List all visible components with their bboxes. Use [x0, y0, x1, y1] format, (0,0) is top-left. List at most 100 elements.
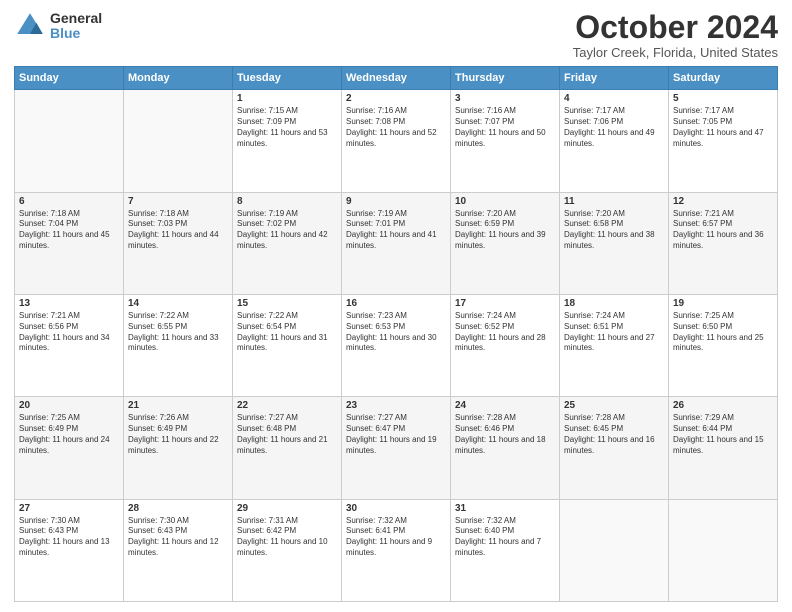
cell-details: Sunrise: 7:30 AM Sunset: 6:43 PM Dayligh…	[19, 516, 119, 559]
week-row-1: 6Sunrise: 7:18 AM Sunset: 7:04 PM Daylig…	[15, 192, 778, 294]
cell-details: Sunrise: 7:26 AM Sunset: 6:49 PM Dayligh…	[128, 413, 228, 456]
logo-general: General	[50, 11, 102, 26]
day-number: 5	[673, 93, 773, 104]
col-friday: Friday	[560, 67, 669, 90]
cell-details: Sunrise: 7:27 AM Sunset: 6:48 PM Dayligh…	[237, 413, 337, 456]
calendar-cell-w1-d4: 10 Sunrise: 7:20 AM Sunset: 6:59 PM Dayli…	[451, 192, 560, 294]
cell-details: Sunrise: 7:29 AM Sunset: 6:44 PM Dayligh…	[673, 413, 773, 456]
col-saturday: Saturday	[669, 67, 778, 90]
calendar-cell-w2-d5: 18 Sunrise: 7:24 AM Sunset: 6:51 PM Dayli…	[560, 294, 669, 396]
cell-details: Sunrise: 7:16 AM Sunset: 7:08 PM Dayligh…	[346, 106, 446, 149]
week-row-0: 1 Sunrise: 7:15 AM Sunset: 7:09 PM Daylig…	[15, 90, 778, 192]
cell-details: Sunrise: 7:32 AM Sunset: 6:41 PM Dayligh…	[346, 516, 446, 559]
week-row-2: 13 Sunrise: 7:21 AM Sunset: 6:56 PM Dayli…	[15, 294, 778, 396]
calendar-cell-w4-d5	[560, 499, 669, 601]
day-number: 23	[346, 400, 446, 411]
day-number: 11	[564, 196, 664, 207]
col-monday: Monday	[124, 67, 233, 90]
cell-details: Sunrise: 7:24 AM Sunset: 6:52 PM Dayligh…	[455, 311, 555, 354]
col-sunday: Sunday	[15, 67, 124, 90]
calendar-cell-w1-d6: 12Sunrise: 7:21 AM Sunset: 6:57 PM Dayli…	[669, 192, 778, 294]
day-number: 17	[455, 298, 555, 309]
cell-details: Sunrise: 7:15 AM Sunset: 7:09 PM Dayligh…	[237, 106, 337, 149]
logo-blue: Blue	[50, 26, 102, 41]
calendar-cell-w2-d3: 16Sunrise: 7:23 AM Sunset: 6:53 PM Dayli…	[342, 294, 451, 396]
day-number: 10	[455, 196, 555, 207]
day-number: 9	[346, 196, 446, 207]
cell-details: Sunrise: 7:17 AM Sunset: 7:05 PM Dayligh…	[673, 106, 773, 149]
calendar-cell-w0-d4: 3 Sunrise: 7:16 AM Sunset: 7:07 PM Daylig…	[451, 90, 560, 192]
day-number: 28	[128, 503, 228, 514]
calendar-cell-w0-d5: 4Sunrise: 7:17 AM Sunset: 7:06 PM Daylig…	[560, 90, 669, 192]
cell-details: Sunrise: 7:20 AM Sunset: 6:59 PM Dayligh…	[455, 209, 555, 252]
day-number: 3	[455, 93, 555, 104]
calendar-cell-w3-d5: 25 Sunrise: 7:28 AM Sunset: 6:45 PM Dayli…	[560, 397, 669, 499]
logo-icon	[14, 10, 46, 42]
cell-details: Sunrise: 7:28 AM Sunset: 6:45 PM Dayligh…	[564, 413, 664, 456]
day-number: 6	[19, 196, 119, 207]
calendar-cell-w2-d6: 19Sunrise: 7:25 AM Sunset: 6:50 PM Dayli…	[669, 294, 778, 396]
cell-details: Sunrise: 7:17 AM Sunset: 7:06 PM Dayligh…	[564, 106, 664, 149]
cell-details: Sunrise: 7:25 AM Sunset: 6:49 PM Dayligh…	[19, 413, 119, 456]
title-month: October 2024	[573, 10, 778, 45]
calendar-cell-w2-d1: 14Sunrise: 7:22 AM Sunset: 6:55 PM Dayli…	[124, 294, 233, 396]
day-number: 24	[455, 400, 555, 411]
cell-details: Sunrise: 7:27 AM Sunset: 6:47 PM Dayligh…	[346, 413, 446, 456]
calendar-cell-w4-d0: 27 Sunrise: 7:30 AM Sunset: 6:43 PM Dayli…	[15, 499, 124, 601]
calendar-table: Sunday Monday Tuesday Wednesday Thursday…	[14, 66, 778, 602]
cell-details: Sunrise: 7:24 AM Sunset: 6:51 PM Dayligh…	[564, 311, 664, 354]
day-number: 26	[673, 400, 773, 411]
calendar-cell-w4-d4: 31 Sunrise: 7:32 AM Sunset: 6:40 PM Dayli…	[451, 499, 560, 601]
page: General Blue October 2024 Taylor Creek, …	[0, 0, 792, 612]
day-number: 25	[564, 400, 664, 411]
calendar-cell-w4-d6	[669, 499, 778, 601]
calendar-cell-w3-d6: 26 Sunrise: 7:29 AM Sunset: 6:44 PM Dayli…	[669, 397, 778, 499]
cell-details: Sunrise: 7:16 AM Sunset: 7:07 PM Dayligh…	[455, 106, 555, 149]
week-row-3: 20 Sunrise: 7:25 AM Sunset: 6:49 PM Dayli…	[15, 397, 778, 499]
calendar-cell-w3-d3: 23 Sunrise: 7:27 AM Sunset: 6:47 PM Dayli…	[342, 397, 451, 499]
cell-details: Sunrise: 7:19 AM Sunset: 7:02 PM Dayligh…	[237, 209, 337, 252]
calendar-cell-w2-d0: 13 Sunrise: 7:21 AM Sunset: 6:56 PM Dayli…	[15, 294, 124, 396]
col-wednesday: Wednesday	[342, 67, 451, 90]
day-number: 27	[19, 503, 119, 514]
calendar-cell-w1-d0: 6Sunrise: 7:18 AM Sunset: 7:04 PM Daylig…	[15, 192, 124, 294]
day-number: 8	[237, 196, 337, 207]
day-number: 7	[128, 196, 228, 207]
cell-details: Sunrise: 7:18 AM Sunset: 7:03 PM Dayligh…	[128, 209, 228, 252]
day-number: 29	[237, 503, 337, 514]
calendar-cell-w2-d2: 15Sunrise: 7:22 AM Sunset: 6:54 PM Dayli…	[233, 294, 342, 396]
cell-details: Sunrise: 7:30 AM Sunset: 6:43 PM Dayligh…	[128, 516, 228, 559]
cell-details: Sunrise: 7:28 AM Sunset: 6:46 PM Dayligh…	[455, 413, 555, 456]
calendar-cell-w3-d4: 24 Sunrise: 7:28 AM Sunset: 6:46 PM Dayli…	[451, 397, 560, 499]
title-block: October 2024 Taylor Creek, Florida, Unit…	[573, 10, 778, 60]
day-number: 18	[564, 298, 664, 309]
calendar-cell-w1-d2: 8 Sunrise: 7:19 AM Sunset: 7:02 PM Daylig…	[233, 192, 342, 294]
day-number: 12	[673, 196, 773, 207]
calendar-cell-w4-d1: 28 Sunrise: 7:30 AM Sunset: 6:43 PM Dayli…	[124, 499, 233, 601]
cell-details: Sunrise: 7:21 AM Sunset: 6:56 PM Dayligh…	[19, 311, 119, 354]
day-number: 20	[19, 400, 119, 411]
calendar-cell-w0-d3: 2Sunrise: 7:16 AM Sunset: 7:08 PM Daylig…	[342, 90, 451, 192]
day-number: 22	[237, 400, 337, 411]
title-location: Taylor Creek, Florida, United States	[573, 45, 778, 60]
day-number: 31	[455, 503, 555, 514]
cell-details: Sunrise: 7:23 AM Sunset: 6:53 PM Dayligh…	[346, 311, 446, 354]
day-number: 14	[128, 298, 228, 309]
day-number: 13	[19, 298, 119, 309]
cell-details: Sunrise: 7:32 AM Sunset: 6:40 PM Dayligh…	[455, 516, 555, 559]
calendar-cell-w1-d1: 7 Sunrise: 7:18 AM Sunset: 7:03 PM Daylig…	[124, 192, 233, 294]
day-number: 21	[128, 400, 228, 411]
logo: General Blue	[14, 10, 102, 42]
calendar-header-row: Sunday Monday Tuesday Wednesday Thursday…	[15, 67, 778, 90]
col-tuesday: Tuesday	[233, 67, 342, 90]
calendar-cell-w3-d2: 22 Sunrise: 7:27 AM Sunset: 6:48 PM Dayli…	[233, 397, 342, 499]
calendar-cell-w1-d3: 9Sunrise: 7:19 AM Sunset: 7:01 PM Daylig…	[342, 192, 451, 294]
calendar-cell-w2-d4: 17 Sunrise: 7:24 AM Sunset: 6:52 PM Dayli…	[451, 294, 560, 396]
calendar-cell-w3-d0: 20 Sunrise: 7:25 AM Sunset: 6:49 PM Dayli…	[15, 397, 124, 499]
cell-details: Sunrise: 7:31 AM Sunset: 6:42 PM Dayligh…	[237, 516, 337, 559]
week-row-4: 27 Sunrise: 7:30 AM Sunset: 6:43 PM Dayli…	[15, 499, 778, 601]
calendar-cell-w0-d2: 1 Sunrise: 7:15 AM Sunset: 7:09 PM Daylig…	[233, 90, 342, 192]
day-number: 1	[237, 93, 337, 104]
cell-details: Sunrise: 7:20 AM Sunset: 6:58 PM Dayligh…	[564, 209, 664, 252]
day-number: 19	[673, 298, 773, 309]
